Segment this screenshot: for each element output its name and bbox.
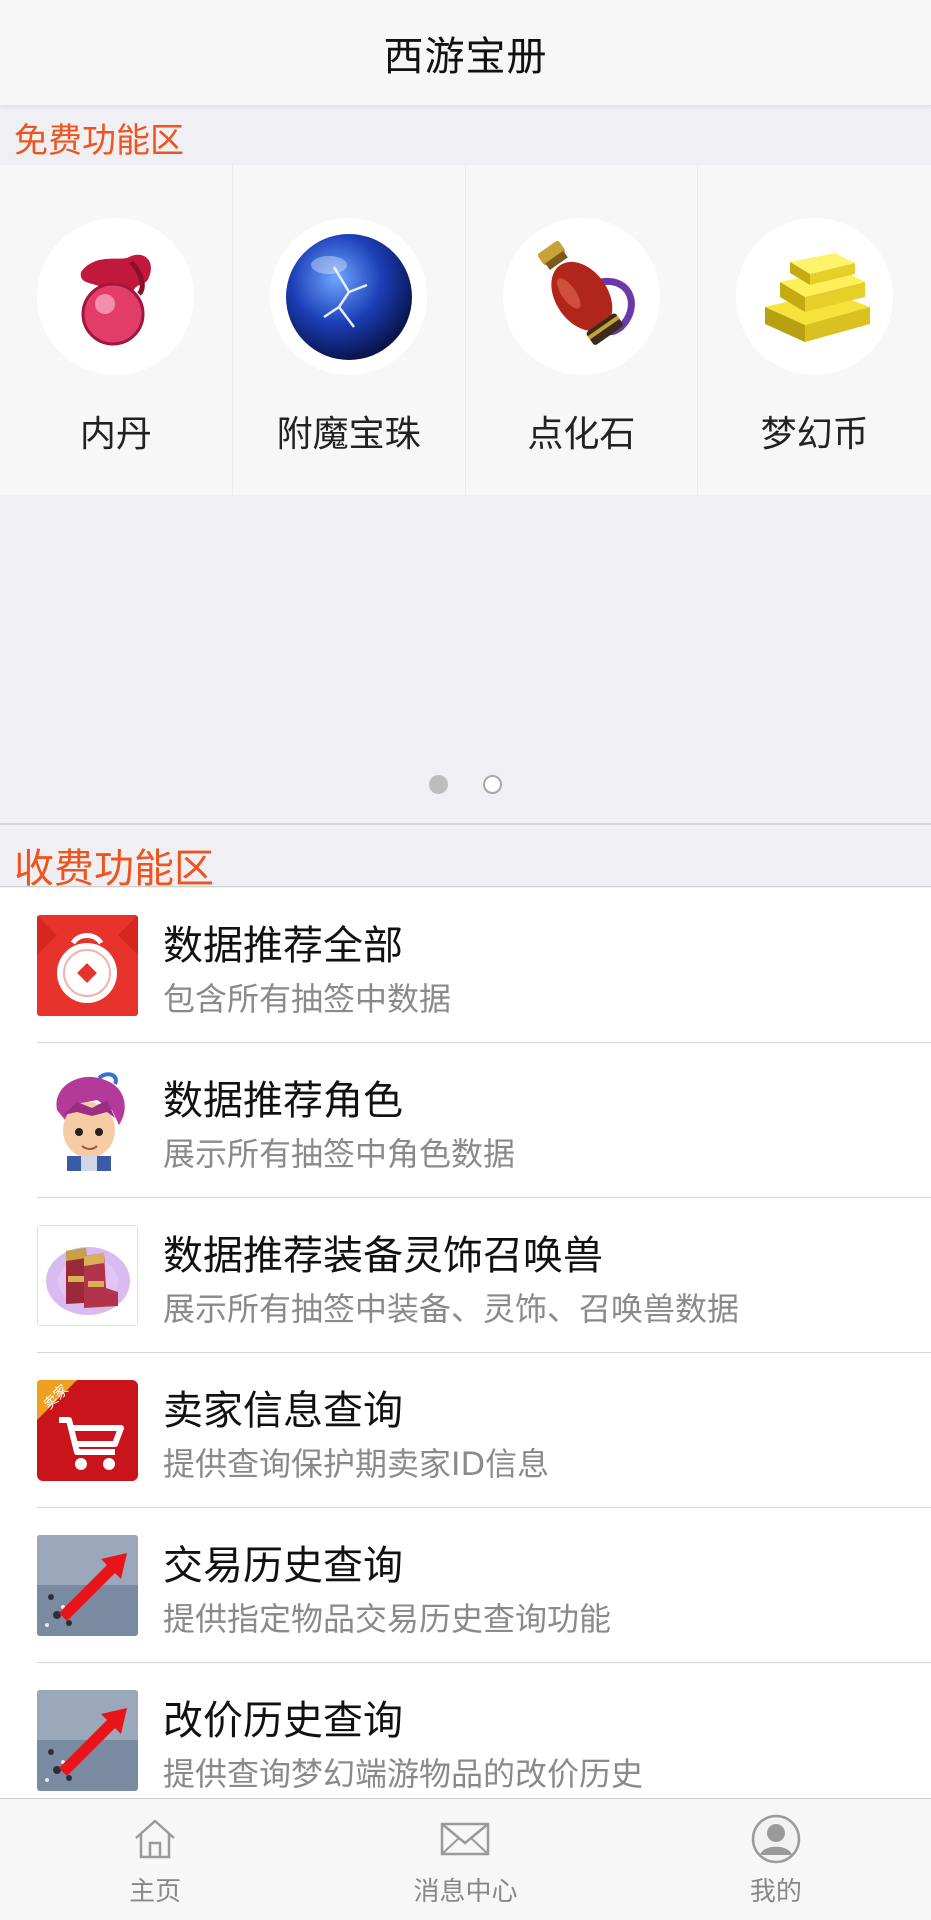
page-dot-active[interactable] xyxy=(429,775,448,794)
item-title: 交易历史查询 xyxy=(163,1543,403,1589)
item-subtitle: 包含所有抽签中数据 xyxy=(163,980,452,1018)
mail-icon xyxy=(440,1813,490,1865)
page-dot[interactable] xyxy=(483,775,502,794)
free-section-title: 免费功能区 xyxy=(14,121,184,161)
list-item-recommend-equipment[interactable]: 数据推荐装备灵饰召唤兽 展示所有抽签中装备、灵饰、召唤兽数据 xyxy=(0,1198,931,1353)
list-item-seller-info[interactable]: 卖家 卖家信息查询 提供查询保护期卖家ID信息 xyxy=(0,1353,931,1508)
vase-stone-icon xyxy=(502,218,660,375)
gold-bars-icon xyxy=(736,218,894,375)
tab-label: 消息中心 xyxy=(413,1877,518,1907)
tab-messages[interactable]: 消息中心 xyxy=(310,1799,620,1920)
item-title: 数据推荐装备灵饰召唤兽 xyxy=(163,1233,603,1279)
item-subtitle: 展示所有抽签中装备、灵饰、召唤兽数据 xyxy=(163,1290,740,1328)
user-icon xyxy=(751,1813,801,1865)
free-feature-grid: 内丹 附魔宝珠 点化石 梦幻币 xyxy=(0,165,931,495)
list-item-recommend-character[interactable]: 数据推荐角色 展示所有抽签中角色数据 xyxy=(0,1043,931,1198)
section-divider xyxy=(0,823,931,825)
list-item-price-change-history[interactable]: 改价历史查询 提供查询梦幻端游物品的改价历史 xyxy=(0,1663,931,1798)
grid-item-dianhua-stone[interactable]: 点化石 xyxy=(465,165,699,495)
character-avatar-icon xyxy=(37,1070,138,1171)
page-indicator[interactable] xyxy=(0,775,931,794)
paid-feature-list: 数据推荐全部 包含所有抽签中数据 数据推荐角色 展示所有抽签中角色数据 数据推荐… xyxy=(0,888,931,1798)
blue-pearl-icon xyxy=(270,218,428,375)
tab-label: 主页 xyxy=(129,1877,182,1907)
grid-item-label: 点化石 xyxy=(527,414,636,455)
item-subtitle: 提供指定物品交易历史查询功能 xyxy=(163,1600,612,1638)
item-title: 数据推荐角色 xyxy=(163,1078,403,1124)
neidan-orb-icon xyxy=(37,218,195,375)
list-item-trade-history[interactable]: 交易历史查询 提供指定物品交易历史查询功能 xyxy=(0,1508,931,1663)
bottom-tab-bar: 主页 消息中心 我的 xyxy=(0,1798,931,1920)
item-title: 数据推荐全部 xyxy=(163,923,403,969)
nav-header: 西游宝册 xyxy=(0,0,931,106)
item-title: 卖家信息查询 xyxy=(163,1388,403,1434)
tab-home[interactable]: 主页 xyxy=(0,1799,310,1920)
tab-mine[interactable]: 我的 xyxy=(621,1799,931,1920)
list-item-recommend-all[interactable]: 数据推荐全部 包含所有抽签中数据 xyxy=(0,888,931,1043)
grid-item-enchant-pearl[interactable]: 附魔宝珠 xyxy=(232,165,466,495)
red-arrow-icon xyxy=(37,1690,138,1791)
item-subtitle: 提供查询梦幻端游物品的改价历史 xyxy=(163,1755,644,1793)
home-icon xyxy=(132,1813,178,1865)
item-subtitle: 提供查询保护期卖家ID信息 xyxy=(163,1445,550,1483)
tab-label: 我的 xyxy=(749,1877,802,1907)
red-envelope-icon xyxy=(37,915,138,1016)
shopping-cart-icon: 卖家 xyxy=(37,1380,138,1481)
item-title: 改价历史查询 xyxy=(163,1698,403,1744)
boots-icon xyxy=(37,1225,138,1326)
item-subtitle: 展示所有抽签中角色数据 xyxy=(163,1135,516,1173)
grid-item-label: 梦幻币 xyxy=(760,414,869,455)
grid-item-neidan[interactable]: 内丹 xyxy=(0,165,233,495)
grid-item-dream-coin[interactable]: 梦幻币 xyxy=(698,165,931,495)
section-divider xyxy=(0,886,931,887)
grid-item-label: 内丹 xyxy=(79,414,152,455)
app-screen: 西游宝册 免费功能区 内丹 附魔宝珠 点化石 梦幻币 收费功能区 数据推荐全部 … xyxy=(0,0,931,1920)
grid-item-label: 附魔宝珠 xyxy=(276,414,421,455)
page-title: 西游宝册 xyxy=(383,33,548,80)
red-arrow-icon xyxy=(37,1535,138,1636)
